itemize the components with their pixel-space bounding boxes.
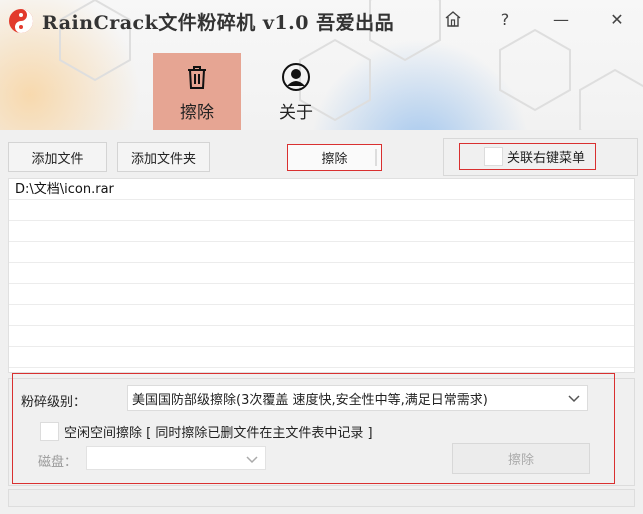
home-icon xyxy=(445,11,461,27)
app-title: RainCrack文件粉碎机 v1.0 吾爱出品 xyxy=(42,12,395,34)
button-divider xyxy=(375,149,377,166)
list-item[interactable] xyxy=(9,347,634,368)
app-logo-icon xyxy=(9,9,33,33)
list-item[interactable] xyxy=(9,326,634,347)
add-file-button[interactable]: 添加文件 xyxy=(8,142,107,172)
options-highlight-outline xyxy=(12,373,615,484)
close-button[interactable]: ✕ xyxy=(606,8,628,30)
context-menu-toggle[interactable]: 关联右键菜单 xyxy=(459,143,596,170)
tab-about-label: 关于 xyxy=(279,103,313,123)
trash-icon xyxy=(188,66,206,89)
tab-about[interactable]: 关于 xyxy=(252,53,340,130)
list-item[interactable] xyxy=(9,242,634,263)
context-menu-checkbox[interactable] xyxy=(484,147,503,166)
user-icon xyxy=(282,63,310,91)
list-item[interactable]: D:\文档\icon.rar xyxy=(9,179,634,200)
erase-button-label: 擦除 xyxy=(321,152,348,167)
list-item[interactable] xyxy=(9,305,634,326)
home-button[interactable] xyxy=(442,8,464,30)
erase-button[interactable]: 擦除 xyxy=(287,144,382,171)
list-item[interactable] xyxy=(9,200,634,221)
header: RainCrack文件粉碎机 v1.0 吾爱出品 ? — ✕ 擦除 关于 xyxy=(0,0,643,130)
help-button[interactable]: ? xyxy=(494,8,516,30)
status-bar xyxy=(8,489,635,507)
minimize-button[interactable]: — xyxy=(550,8,572,30)
tab-erase-label: 擦除 xyxy=(180,103,214,123)
add-folder-button[interactable]: 添加文件夹 xyxy=(117,142,210,172)
close-icon: ✕ xyxy=(610,9,624,29)
tab-erase[interactable]: 擦除 xyxy=(153,53,241,130)
minimize-icon: — xyxy=(553,9,569,29)
list-item[interactable] xyxy=(9,263,634,284)
context-menu-label: 关联右键菜单 xyxy=(507,151,586,166)
file-list[interactable]: D:\文档\icon.rar xyxy=(8,178,635,373)
list-item[interactable] xyxy=(9,284,634,305)
list-item[interactable] xyxy=(9,221,634,242)
question-icon: ? xyxy=(500,9,510,29)
